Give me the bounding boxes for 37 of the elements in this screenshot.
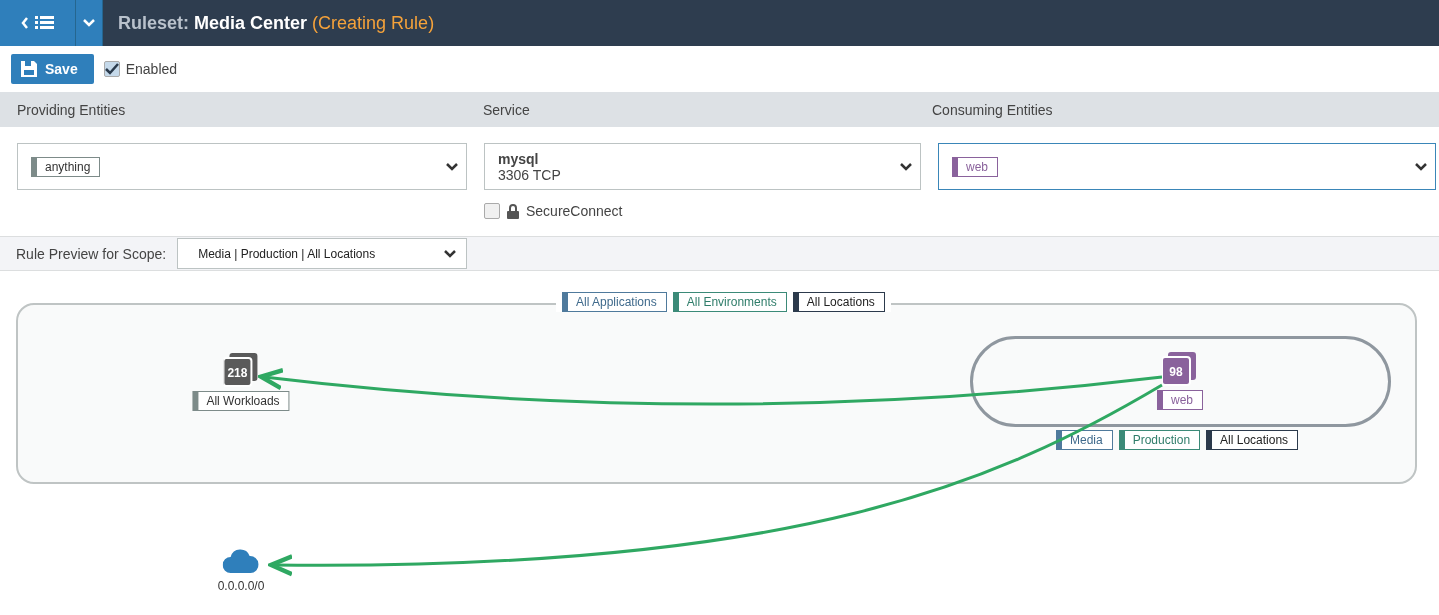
group-label-tag: Production (1118, 430, 1201, 450)
entity-label-tag: anything (31, 156, 101, 177)
service-port: 3306 TCP (498, 166, 561, 183)
chevron-down-icon (83, 19, 95, 27)
column-heading: Consuming Entities (932, 101, 1054, 118)
secure-connect-checkbox[interactable] (484, 203, 500, 219)
lock-icon (507, 203, 519, 219)
ip-range-label: 0.0.0.0/0 (217, 579, 265, 593)
back-list-icon (20, 15, 55, 31)
cloud-icon (223, 549, 259, 573)
service-name: mysql (498, 150, 540, 167)
scope-select[interactable]: Media | Production | All Locations (177, 238, 468, 269)
checkbox-label: SecureConnect (526, 203, 623, 219)
chevron-down-icon (900, 162, 912, 171)
scope-label: Rule Preview for Scope: (16, 245, 167, 262)
group-label-tag: All Locations (1206, 430, 1299, 450)
column-heading: Service (483, 101, 531, 118)
page-title: Ruleset: Media Center (Creating Rule) (118, 12, 435, 34)
chevron-down-icon (444, 249, 457, 258)
save-button[interactable]: Save (11, 54, 94, 84)
back-to-list-button[interactable] (0, 0, 76, 46)
chevron-down-icon (446, 162, 458, 171)
scope-label-tag: All Applications (562, 292, 667, 312)
chevron-down-icon (1415, 162, 1427, 171)
workload-label-tag: All Workloads (192, 391, 290, 411)
enabled-checkbox[interactable] (103, 61, 120, 77)
scope-label-tag: All Locations (792, 292, 885, 312)
checkbox-label: Enabled (125, 61, 178, 77)
consuming-select[interactable]: web (938, 143, 1436, 190)
workload-label-tag: web (1157, 390, 1203, 410)
group-label-tag: Media (1056, 430, 1113, 450)
dropdown-button[interactable] (76, 0, 103, 46)
service-select[interactable]: mysql 3306 TCP (484, 143, 921, 190)
providing-select[interactable]: anything (17, 143, 467, 190)
column-heading: Providing Entities (17, 101, 127, 118)
scope-label-tag: All Environments (672, 292, 787, 312)
entity-label-tag: web (952, 156, 998, 177)
